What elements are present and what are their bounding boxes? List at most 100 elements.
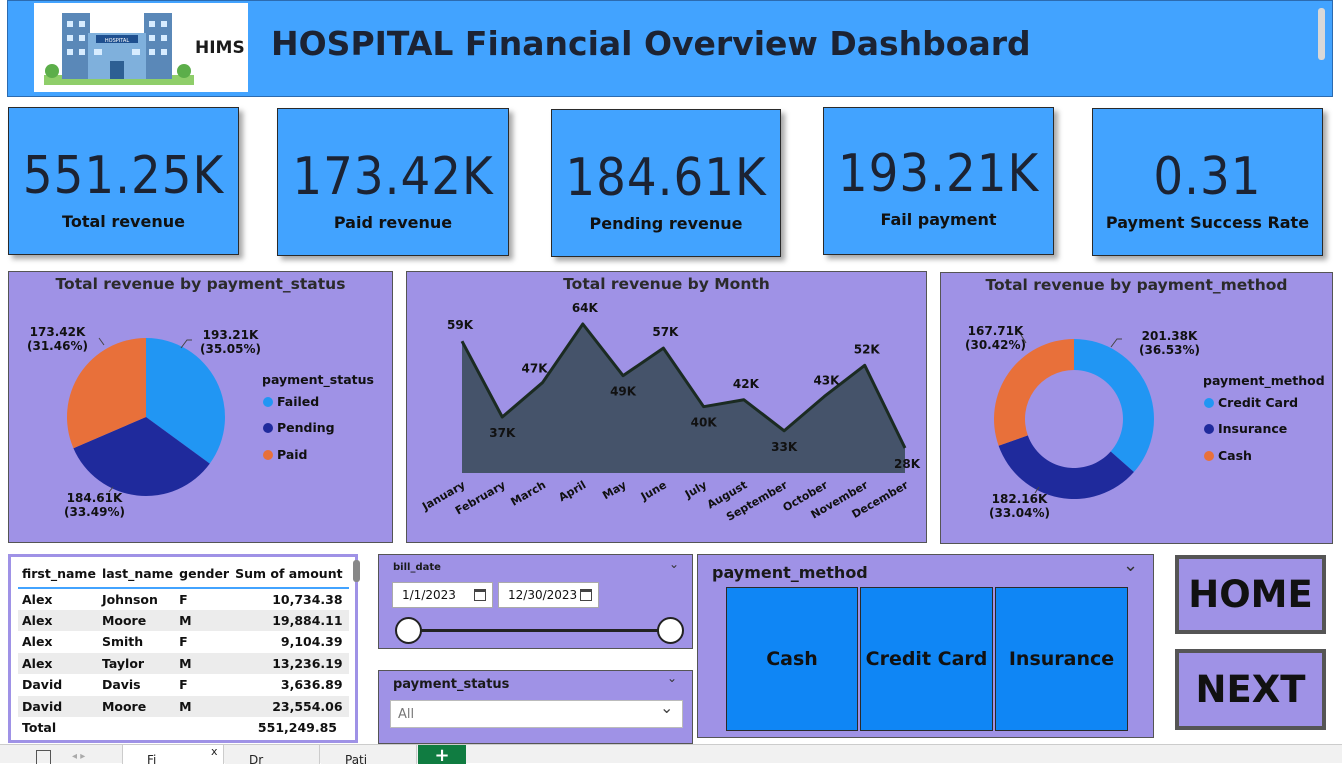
slice-percent: (30.42%) — [965, 338, 1026, 352]
table-row[interactable]: David Moore M 23,554.06 — [18, 695, 349, 717]
revenue-by-month-panel: Total revenue by Month 59K January 37K Febr… — [406, 271, 927, 543]
pie-slice-credit-card[interactable] — [1074, 339, 1154, 473]
x-tick-label: June — [638, 478, 669, 503]
table-cell: F — [179, 591, 188, 607]
kpi-value: 184.61K — [565, 148, 767, 208]
data-label: 42K — [733, 377, 760, 391]
kpi-payment-success-rate: 0.31 Payment Success Rate — [1092, 108, 1323, 256]
data-label: 47K — [522, 362, 549, 376]
end-date-value: 12/30/2023 — [508, 588, 578, 602]
slice-value: 184.61K — [66, 491, 123, 505]
nav-arrows-icon[interactable]: ◂ ▸ — [72, 751, 85, 762]
dropdown-value: All — [398, 707, 415, 722]
pie-slice-insurance[interactable] — [998, 435, 1134, 500]
payment-status-dropdown[interactable]: All ⌄ — [390, 698, 683, 728]
date-range-end-handle[interactable] — [657, 617, 684, 644]
table-cell: M — [175, 695, 232, 717]
table-cell: M — [175, 609, 232, 631]
table-row[interactable]: David Davis F 3,636.89 — [18, 674, 349, 696]
next-button[interactable]: NEXT — [1175, 649, 1326, 730]
close-icon[interactable]: x — [211, 745, 218, 758]
table-row[interactable]: Alex Moore M 19,884.11 — [18, 609, 349, 631]
date-range-track[interactable] — [409, 629, 671, 632]
chevron-down-icon[interactable]: ⌄ — [1123, 555, 1138, 576]
payment-method-cash-button[interactable]: Cash — [726, 587, 858, 731]
column-header[interactable]: first_name — [18, 562, 98, 589]
start-date-input[interactable]: 1/1/2023 — [392, 582, 493, 608]
table-scrollbar[interactable] — [353, 560, 360, 582]
legend-item-insurance[interactable]: Insurance — [1204, 421, 1287, 436]
calendar-icon[interactable] — [580, 589, 592, 601]
slice-percent: (33.04%) — [989, 506, 1050, 520]
data-table[interactable]: first_name last_name gender Sum of amoun… — [18, 562, 349, 717]
column-header[interactable]: Sum of amount — [231, 562, 349, 589]
table-row[interactable]: Alex Smith F 9,104.39 — [18, 631, 349, 653]
chevron-down-icon[interactable]: ⌄ — [669, 557, 679, 571]
kpi-label: Fail payment — [880, 210, 997, 229]
tab-financial[interactable]: Fi x — [122, 745, 224, 764]
legend-item-paid[interactable]: Paid — [263, 447, 308, 462]
data-label: 64K — [572, 301, 599, 315]
kpi-value: 0.31 — [1153, 147, 1262, 207]
table-cell: Alex — [22, 634, 53, 650]
month-area-chart[interactable]: 59KJanuary37KFebruary47KMarch64KApril49K… — [407, 272, 928, 544]
table-row[interactable]: Alex Johnson F 10,734.38 — [18, 588, 349, 610]
area-fill[interactable] — [462, 324, 905, 473]
legend-label: Cash — [1218, 448, 1252, 463]
kpi-value: 551.25K — [22, 146, 225, 206]
x-tick-label: July — [682, 478, 709, 501]
data-label: 59K — [447, 318, 474, 332]
payment-method-credit-card-button[interactable]: Credit Card — [860, 587, 993, 731]
table-row[interactable]: Alex Taylor M 13,236.19 — [18, 652, 349, 674]
legend-dot-icon — [1204, 397, 1214, 408]
pie-slice-cash[interactable] — [994, 339, 1074, 446]
add-page-button[interactable]: + — [418, 745, 466, 766]
calendar-icon[interactable] — [474, 589, 486, 601]
column-header[interactable]: last_name — [97, 562, 176, 589]
page-title: HOSPITAL Financial Overview Dashboard — [271, 24, 1031, 63]
end-date-input[interactable]: 12/30/2023 — [498, 582, 599, 608]
table-total-row: Total 551,249.85 — [18, 720, 343, 735]
slice-label-credit-card: 201.38K (36.53%) — [1139, 329, 1200, 357]
date-range-start-handle[interactable] — [395, 617, 422, 644]
status-pie-slices[interactable] — [67, 338, 225, 496]
payment-method-insurance-button[interactable]: Insurance — [995, 587, 1128, 731]
data-label: 37K — [489, 426, 516, 440]
home-button[interactable]: HOME — [1175, 555, 1326, 634]
table-cell: Moore — [97, 609, 176, 631]
tab-patient[interactable]: Pati — [321, 745, 417, 764]
legend-item-credit-card[interactable]: Credit Card — [1204, 395, 1298, 410]
method-donut-slices[interactable] — [994, 339, 1154, 500]
payment-method-slicer[interactable]: payment_method ⌄ Cash Credit Card Insura… — [697, 554, 1154, 738]
legend-label: Pending — [277, 420, 335, 435]
slicer-title: payment_status — [393, 677, 510, 692]
slice-percent: (35.05%) — [200, 342, 261, 356]
legend-dot-icon — [1204, 423, 1214, 434]
table-cell: Johnson — [101, 591, 158, 607]
chevron-down-icon[interactable]: ⌄ — [667, 671, 677, 685]
tab-label: Pati — [345, 753, 368, 764]
kpi-label: Paid revenue — [333, 213, 453, 232]
slice-value: 193.21K — [202, 328, 259, 342]
legend-dot-icon — [1204, 450, 1214, 461]
bill-date-slicer[interactable]: bill_date ⌄ 1/1/2023 12/30/2023 — [378, 554, 693, 649]
column-header[interactable]: gender — [175, 562, 232, 589]
legend-title: payment_method — [1203, 373, 1325, 388]
tab-doctor[interactable]: Dr — [225, 745, 320, 764]
page-view-icon[interactable] — [36, 750, 51, 764]
kpi-pending-revenue: 184.61K Pending revenue — [551, 109, 781, 257]
kpi-label: Total revenue — [62, 212, 185, 231]
slice-value: 167.71K — [967, 324, 1024, 338]
legend-item-failed[interactable]: Failed — [263, 394, 319, 409]
patient-amount-table[interactable]: first_name last_name gender Sum of amoun… — [8, 554, 360, 743]
revenue-by-method-panel: Total revenue by payment_method 201.38K … — [940, 272, 1333, 544]
legend-item-cash[interactable]: Cash — [1204, 448, 1252, 463]
payment-status-slicer[interactable]: payment_status ⌄ All ⌄ — [378, 670, 693, 744]
legend-item-pending[interactable]: Pending — [263, 420, 335, 435]
table-cell: Taylor — [97, 652, 176, 674]
data-label: 43K — [813, 373, 840, 387]
table-cell: David — [18, 695, 98, 717]
kpi-label: Pending revenue — [589, 214, 743, 233]
slicer-title: payment_method — [712, 563, 868, 582]
header-scrollbar[interactable] — [1318, 8, 1325, 60]
